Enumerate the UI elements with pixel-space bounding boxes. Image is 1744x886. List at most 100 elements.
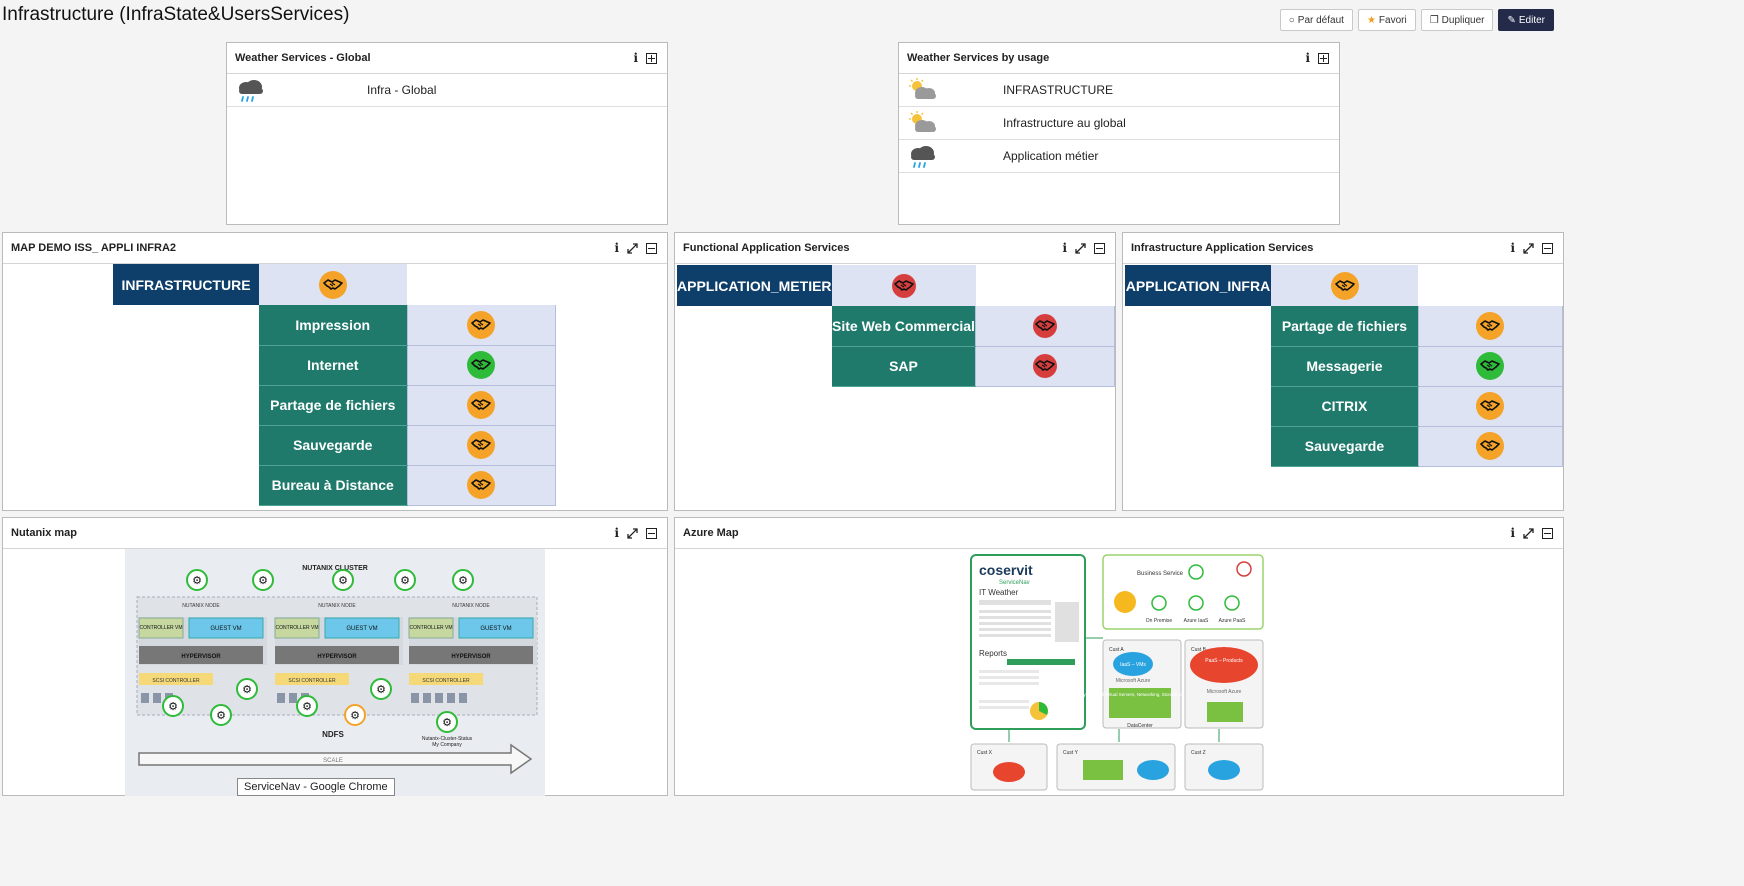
panel-title: Weather Services - Global [235,52,371,64]
panel-header: Weather Services - Global i [227,43,667,74]
service-root[interactable]: APPLICATION_METIER [677,265,832,306]
weather-row-label: INFRASTRUCTURE [1003,83,1113,97]
company-label: My Company [432,742,462,748]
handshake-status-icon[interactable] [1033,313,1058,338]
node-label: NUTANIX NODE [182,603,220,609]
controller-label: CONTROLLER VM [409,625,452,631]
minimize-icon[interactable] [1542,242,1553,254]
service-child[interactable]: Site Web Commercial [831,306,976,347]
info-icon[interactable]: i [614,241,619,255]
favorite-button[interactable]: ★ Favori [1357,9,1416,31]
cust-a-label: Cust A [1109,647,1124,653]
edit-button[interactable]: ✎ Editer [1498,9,1554,31]
info-icon[interactable]: i [614,526,619,540]
radio-circle-icon: ○ [1288,14,1295,26]
handshake-status-icon[interactable] [1476,392,1505,420]
service-child[interactable]: Messagerie [1270,346,1419,387]
expand-icon[interactable] [1523,527,1534,539]
service-child[interactable]: Sauvegarde [1270,426,1419,467]
service-child[interactable]: SAP [831,346,976,387]
handshake-status-icon[interactable] [467,431,495,459]
minimize-icon[interactable] [1094,242,1105,254]
expand-icon[interactable] [627,527,638,539]
minimize-icon[interactable] [646,242,657,254]
controller-label: CONTROLLER VM [139,625,182,631]
dashboard-actions: ○ Par défaut ★ Favori ❐ Dupliquer ✎ Edit… [1279,9,1554,31]
duplicate-button[interactable]: ❐ Dupliquer [1420,9,1494,31]
expand-icon[interactable] [1523,242,1534,254]
info-icon[interactable]: i [1062,241,1067,255]
handshake-status-icon[interactable] [1033,354,1058,378]
cust-x-label: Cust X [977,750,993,756]
panel-title: Azure Map [683,527,739,539]
handshake-status-icon[interactable] [319,270,347,299]
handshake-status-icon[interactable] [467,471,495,499]
info-icon[interactable]: i [1510,526,1515,540]
service-status [406,345,556,386]
weather-row[interactable]: Application métier [899,140,1339,173]
expand-icon[interactable] [1075,242,1086,254]
svg-text:⚙: ⚙ [338,575,348,587]
service-status [975,306,1115,347]
service-status [1270,265,1419,306]
panel-header: Nutanix map i [3,518,667,549]
svg-text:⚙: ⚙ [376,684,386,696]
panel-header: Weather Services by usage i [899,43,1339,74]
service-child[interactable]: Partage de fichiers [259,385,407,426]
add-icon[interactable] [1318,52,1329,64]
service-status [406,305,556,346]
rain-icon [907,144,937,170]
weather-row[interactable]: Infra - Global [227,74,667,107]
reports-label: Reports [979,649,1007,658]
controller-label: CONTROLLER VM [275,625,318,631]
map-demo-panel: MAP DEMO ISS_ APPLI INFRA2 i INFRASTRUCT… [2,232,668,511]
hypervisor-label: HYPERVISOR [451,654,491,660]
weather-row[interactable]: Infrastructure au global [899,107,1339,140]
minimize-icon[interactable] [1542,527,1553,539]
microsoft-azure-label: Microsoft Azure [1116,678,1151,684]
weather-row-label: Application métier [1003,149,1099,163]
svg-text:⚙: ⚙ [400,575,410,587]
default-button[interactable]: ○ Par défaut [1279,9,1353,31]
handshake-status-icon[interactable] [467,310,495,339]
service-root[interactable]: APPLICATION_INFRA [1125,265,1271,306]
service-child[interactable]: Impression [259,305,407,346]
guest-label: GUEST VM [210,626,241,632]
add-icon[interactable] [646,52,657,64]
nutanix-map-panel: Nutanix map i NUTANIX CLUSTER HYPERVISOR… [2,517,668,796]
scsi-label: SCSI CONTROLLER [422,678,470,684]
scsi-label: SCSI CONTROLLER [152,678,200,684]
handshake-status-icon[interactable] [1476,432,1505,460]
copy-icon: ❐ [1429,14,1439,26]
hypervisor-label: HYPERVISOR [181,654,221,660]
panel-title: MAP DEMO ISS_ APPLI INFRA2 [11,242,177,254]
handshake-status-icon[interactable] [891,273,916,298]
handshake-status-icon[interactable] [1330,271,1359,300]
minimize-icon[interactable] [646,527,657,539]
handshake-status-icon[interactable] [467,391,495,419]
svg-text:⚙: ⚙ [242,684,252,696]
service-root[interactable]: INFRASTRUCTURE [113,264,259,305]
service-child[interactable]: Partage de fichiers [1270,306,1419,347]
service-status [975,346,1115,387]
expand-icon[interactable] [627,242,638,254]
weather-global-panel: Weather Services - Global i Infra - Glob… [226,42,668,225]
service-child[interactable]: Sauvegarde [259,425,407,466]
service-status [1417,306,1564,347]
info-icon[interactable]: i [1305,51,1310,65]
service-child[interactable]: CITRIX [1270,386,1419,427]
handshake-status-icon[interactable] [467,351,495,379]
handshake-status-icon[interactable] [1476,352,1505,380]
service-child[interactable]: Internet [259,345,407,386]
service-tree: INFRASTRUCTURE Impression Internet Parta… [113,264,556,506]
info-icon[interactable]: i [633,51,638,65]
handshake-status-icon[interactable] [1476,311,1505,340]
guest-label: GUEST VM [346,626,377,632]
svg-text:⚙: ⚙ [458,575,468,587]
pencil-icon: ✎ [1507,14,1516,26]
svg-text:⚙: ⚙ [216,710,226,722]
weather-row[interactable]: INFRASTRUCTURE [899,74,1339,107]
info-icon[interactable]: i [1510,241,1515,255]
partly-cloudy-icon [907,111,937,137]
service-child[interactable]: Bureau à Distance [259,465,407,506]
